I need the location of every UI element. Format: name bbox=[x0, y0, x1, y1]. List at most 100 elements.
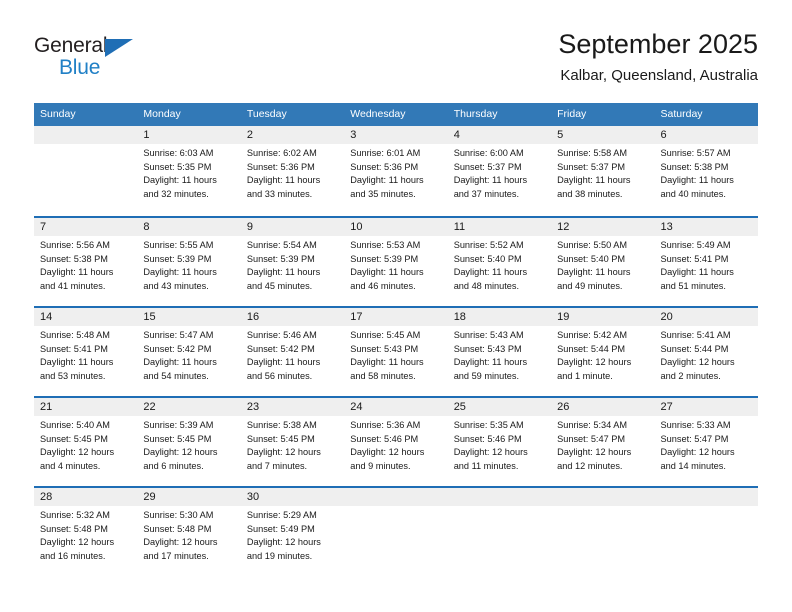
title-block: September 2025 Kalbar, Queensland, Austr… bbox=[558, 28, 758, 87]
day-details: Sunrise: 5:58 AM Sunset: 5:37 PM Dayligh… bbox=[551, 144, 654, 201]
day-cell[interactable]: 8 Sunrise: 5:55 AM Sunset: 5:39 PM Dayli… bbox=[137, 218, 241, 306]
day-cell[interactable]: 28 Sunrise: 5:32 AM Sunset: 5:48 PM Dayl… bbox=[34, 488, 138, 576]
day-details: Sunrise: 5:56 AM Sunset: 5:38 PM Dayligh… bbox=[34, 236, 137, 293]
daylight-text-line1: Daylight: 12 hours bbox=[660, 447, 735, 458]
daylight-text-line1: Daylight: 11 hours bbox=[557, 175, 631, 186]
day-cell[interactable]: 26 Sunrise: 5:34 AM Sunset: 5:47 PM Dayl… bbox=[551, 398, 655, 486]
sunset-text: Sunset: 5:48 PM bbox=[40, 523, 108, 534]
daylight-text-line1: Daylight: 11 hours bbox=[246, 357, 321, 368]
day-number: 26 bbox=[551, 398, 655, 416]
sunset-text: Sunset: 5:40 PM bbox=[453, 253, 522, 264]
day-cell[interactable]: 23 Sunrise: 5:38 AM Sunset: 5:45 PM Dayl… bbox=[240, 398, 345, 486]
day-cell[interactable]: 21 Sunrise: 5:40 AM Sunset: 5:45 PM Dayl… bbox=[34, 398, 138, 486]
sunset-text: Sunset: 5:46 PM bbox=[350, 433, 419, 444]
weekday-header-monday: Monday bbox=[143, 108, 181, 120]
sunset-text: Sunset: 5:41 PM bbox=[40, 343, 108, 354]
day-number: 29 bbox=[137, 488, 241, 506]
day-cell[interactable]: 18 Sunrise: 5:43 AM Sunset: 5:43 PM Dayl… bbox=[447, 308, 552, 396]
day-cell[interactable]: 12 Sunrise: 5:50 AM Sunset: 5:40 PM Dayl… bbox=[551, 218, 655, 306]
page-header: General Blue September 2025 Kalbar, Quee… bbox=[34, 28, 758, 100]
daylight-text-line2: and 43 minutes. bbox=[143, 280, 209, 291]
day-cell[interactable]: 17 Sunrise: 5:45 AM Sunset: 5:43 PM Dayl… bbox=[344, 308, 448, 396]
day-cell[interactable]: 4 Sunrise: 6:00 AM Sunset: 5:37 PM Dayli… bbox=[447, 126, 552, 216]
day-cell[interactable]: 14 Sunrise: 5:48 AM Sunset: 5:41 PM Dayl… bbox=[34, 308, 138, 396]
day-number: 16 bbox=[240, 308, 345, 326]
day-cell[interactable]: 29 Sunrise: 5:30 AM Sunset: 5:48 PM Dayl… bbox=[137, 488, 241, 576]
day-cell[interactable]: 3 Sunrise: 6:01 AM Sunset: 5:36 PM Dayli… bbox=[344, 126, 448, 216]
day-number: 14 bbox=[34, 308, 138, 326]
day-cell[interactable]: 1 Sunrise: 6:03 AM Sunset: 5:35 PM Dayli… bbox=[137, 126, 241, 216]
sunset-text: Sunset: 5:36 PM bbox=[246, 161, 315, 172]
sunrise-text: Sunrise: 5:34 AM bbox=[557, 420, 628, 430]
day-cell[interactable]: 13 Sunrise: 5:49 AM Sunset: 5:41 PM Dayl… bbox=[654, 218, 758, 306]
day-cell[interactable]: 22 Sunrise: 5:39 AM Sunset: 5:45 PM Dayl… bbox=[137, 398, 241, 486]
daylight-text-line2: and 17 minutes. bbox=[143, 550, 209, 561]
day-cell bbox=[447, 488, 552, 576]
generalblue-logo[interactable]: General Blue bbox=[34, 34, 234, 90]
sunrise-text: Sunrise: 5:50 AM bbox=[557, 240, 628, 250]
sunset-text: Sunset: 5:43 PM bbox=[453, 343, 522, 354]
sunrise-text: Sunrise: 5:53 AM bbox=[350, 240, 421, 250]
day-details: Sunrise: 5:41 AM Sunset: 5:44 PM Dayligh… bbox=[655, 326, 758, 383]
week-row: 14 Sunrise: 5:48 AM Sunset: 5:41 PM Dayl… bbox=[34, 306, 758, 396]
day-cell[interactable]: 15 Sunrise: 5:47 AM Sunset: 5:42 PM Dayl… bbox=[137, 308, 241, 396]
daylight-text-line2: and 46 minutes. bbox=[350, 280, 416, 291]
day-details: Sunrise: 5:42 AM Sunset: 5:44 PM Dayligh… bbox=[551, 326, 654, 383]
sunrise-text: Sunrise: 5:49 AM bbox=[660, 240, 731, 250]
calendar-page: General Blue September 2025 Kalbar, Quee… bbox=[0, 0, 792, 612]
sunset-text: Sunset: 5:46 PM bbox=[453, 433, 522, 444]
day-cell[interactable]: 25 Sunrise: 5:35 AM Sunset: 5:46 PM Dayl… bbox=[447, 398, 552, 486]
day-cell[interactable]: 6 Sunrise: 5:57 AM Sunset: 5:38 PM Dayli… bbox=[654, 126, 758, 216]
day-cell[interactable]: 5 Sunrise: 5:58 AM Sunset: 5:37 PM Dayli… bbox=[551, 126, 655, 216]
day-cell[interactable]: 9 Sunrise: 5:54 AM Sunset: 5:39 PM Dayli… bbox=[240, 218, 345, 306]
day-cell[interactable]: 7 Sunrise: 5:56 AM Sunset: 5:38 PM Dayli… bbox=[34, 218, 138, 306]
sunset-text: Sunset: 5:38 PM bbox=[40, 253, 108, 264]
weekday-header-sunday: Sunday bbox=[40, 108, 76, 120]
sunset-text: Sunset: 5:43 PM bbox=[350, 343, 419, 354]
day-cell[interactable]: 24 Sunrise: 5:36 AM Sunset: 5:46 PM Dayl… bbox=[344, 398, 448, 486]
day-cell[interactable]: 16 Sunrise: 5:46 AM Sunset: 5:42 PM Dayl… bbox=[240, 308, 345, 396]
day-cell[interactable]: 19 Sunrise: 5:42 AM Sunset: 5:44 PM Dayl… bbox=[551, 308, 655, 396]
day-cell[interactable]: 10 Sunrise: 5:53 AM Sunset: 5:39 PM Dayl… bbox=[344, 218, 448, 306]
daylight-text-line2: and 51 minutes. bbox=[660, 280, 726, 291]
sunrise-text: Sunrise: 5:43 AM bbox=[453, 330, 524, 340]
day-details bbox=[551, 506, 654, 509]
sunrise-text: Sunrise: 5:39 AM bbox=[143, 420, 214, 430]
daylight-text-line1: Daylight: 11 hours bbox=[660, 267, 734, 278]
sunrise-text: Sunrise: 5:47 AM bbox=[143, 330, 214, 340]
daylight-text-line2: and 37 minutes. bbox=[453, 188, 520, 199]
day-cell[interactable]: 2 Sunrise: 6:02 AM Sunset: 5:36 PM Dayli… bbox=[240, 126, 345, 216]
sunrise-text: Sunrise: 5:55 AM bbox=[143, 240, 214, 250]
sunset-text: Sunset: 5:45 PM bbox=[40, 433, 108, 444]
day-number bbox=[654, 488, 758, 506]
sunrise-text: Sunrise: 5:35 AM bbox=[453, 420, 524, 430]
sunset-text: Sunset: 5:47 PM bbox=[660, 433, 729, 444]
sunrise-text: Sunrise: 5:57 AM bbox=[660, 148, 731, 158]
sunrise-text: Sunrise: 5:38 AM bbox=[246, 420, 317, 430]
sunset-text: Sunset: 5:44 PM bbox=[557, 343, 626, 354]
daylight-text-line2: and 4 minutes. bbox=[40, 460, 101, 471]
day-details: Sunrise: 5:46 AM Sunset: 5:42 PM Dayligh… bbox=[241, 326, 344, 383]
daylight-text-line1: Daylight: 12 hours bbox=[40, 537, 115, 548]
day-details bbox=[34, 144, 137, 147]
sunrise-text: Sunrise: 6:02 AM bbox=[246, 148, 317, 158]
sunrise-text: Sunrise: 6:03 AM bbox=[143, 148, 214, 158]
sunset-text: Sunset: 5:37 PM bbox=[453, 161, 522, 172]
day-number: 18 bbox=[447, 308, 552, 326]
day-cell[interactable]: 20 Sunrise: 5:41 AM Sunset: 5:44 PM Dayl… bbox=[654, 308, 758, 396]
day-details: Sunrise: 6:00 AM Sunset: 5:37 PM Dayligh… bbox=[448, 144, 551, 201]
day-details: Sunrise: 5:33 AM Sunset: 5:47 PM Dayligh… bbox=[655, 416, 758, 473]
sunrise-text: Sunrise: 6:01 AM bbox=[350, 148, 421, 158]
sunrise-text: Sunrise: 6:00 AM bbox=[453, 148, 524, 158]
day-cell[interactable]: 27 Sunrise: 5:33 AM Sunset: 5:47 PM Dayl… bbox=[654, 398, 758, 486]
sunrise-text: Sunrise: 5:41 AM bbox=[660, 330, 731, 340]
daylight-text-line1: Daylight: 12 hours bbox=[453, 447, 528, 458]
day-cell[interactable]: 11 Sunrise: 5:52 AM Sunset: 5:40 PM Dayl… bbox=[447, 218, 552, 306]
day-cell bbox=[551, 488, 655, 576]
daylight-text-line1: Daylight: 12 hours bbox=[143, 537, 218, 548]
day-number: 6 bbox=[654, 126, 758, 144]
day-cell[interactable]: 30 Sunrise: 5:29 AM Sunset: 5:49 PM Dayl… bbox=[240, 488, 345, 576]
page-subtitle: Kalbar, Queensland, Australia bbox=[560, 67, 758, 84]
day-number: 5 bbox=[551, 126, 655, 144]
day-number: 12 bbox=[551, 218, 655, 236]
